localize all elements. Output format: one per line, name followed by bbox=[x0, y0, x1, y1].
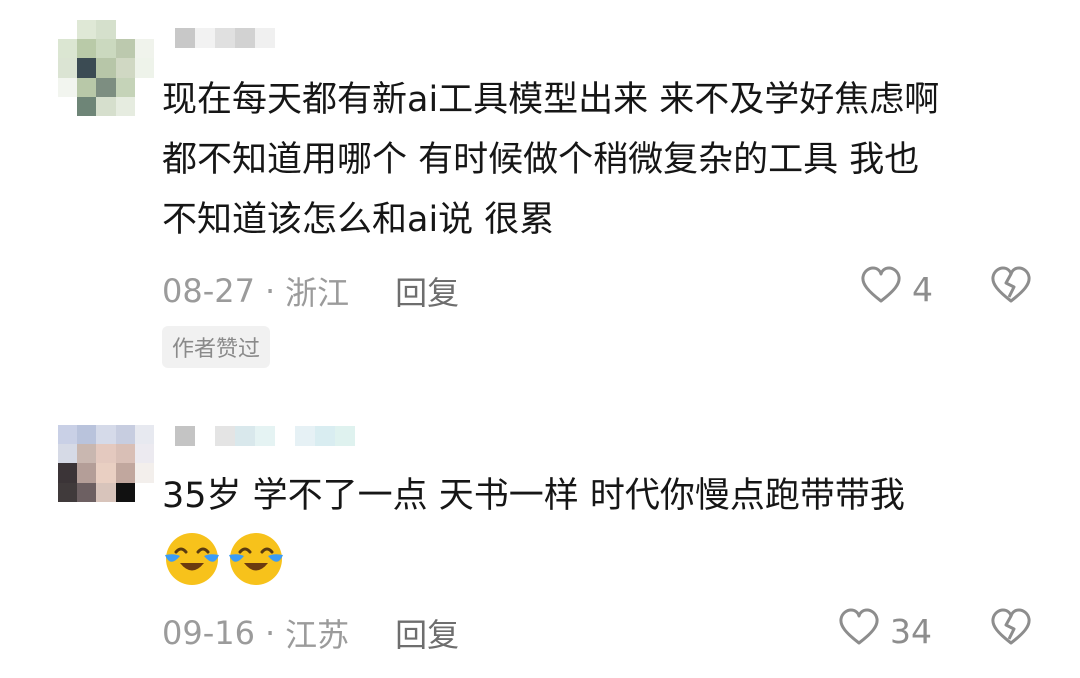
crying-laughing-emoji bbox=[226, 528, 286, 592]
avatar[interactable] bbox=[58, 20, 154, 116]
like-button[interactable]: 4 bbox=[860, 266, 933, 312]
crying-laughing-emoji bbox=[162, 528, 222, 592]
comment-date: 08-27 bbox=[162, 272, 255, 310]
comment-text: 现在每天都有新ai工具模型出来 来不及学好焦虑啊 都不知道用哪个 有时候做个稍微… bbox=[162, 80, 940, 240]
like-button[interactable]: 34 bbox=[838, 608, 932, 654]
heart-outline-icon bbox=[860, 266, 902, 312]
comment-date: 09-16 bbox=[162, 614, 255, 652]
username-redacted[interactable] bbox=[175, 28, 275, 50]
broken-heart-icon bbox=[990, 608, 1032, 654]
comment-meta: 08-27 · 浙江 回复 bbox=[162, 268, 459, 314]
reply-button[interactable]: 回复 bbox=[395, 268, 459, 314]
dislike-button[interactable] bbox=[990, 266, 1032, 312]
comment-text: 35岁 学不了一点 天书一样 时代你慢点跑带带我 bbox=[162, 476, 905, 516]
reply-button[interactable]: 回复 bbox=[395, 610, 459, 656]
dislike-button[interactable] bbox=[990, 608, 1032, 654]
like-count: 34 bbox=[890, 611, 932, 651]
separator: · bbox=[264, 272, 276, 310]
avatar[interactable] bbox=[58, 425, 154, 521]
emoji-row bbox=[162, 528, 286, 592]
comment-meta: 09-16 · 江苏 回复 bbox=[162, 610, 459, 656]
separator: · bbox=[264, 614, 276, 652]
username-redacted[interactable] bbox=[175, 426, 375, 448]
heart-outline-icon bbox=[838, 608, 880, 654]
comment-region: 浙江 bbox=[285, 274, 350, 312]
like-count: 4 bbox=[912, 269, 933, 309]
comment-region: 江苏 bbox=[285, 616, 350, 654]
author-liked-badge: 作者赞过 bbox=[162, 326, 271, 368]
broken-heart-icon bbox=[990, 266, 1032, 312]
